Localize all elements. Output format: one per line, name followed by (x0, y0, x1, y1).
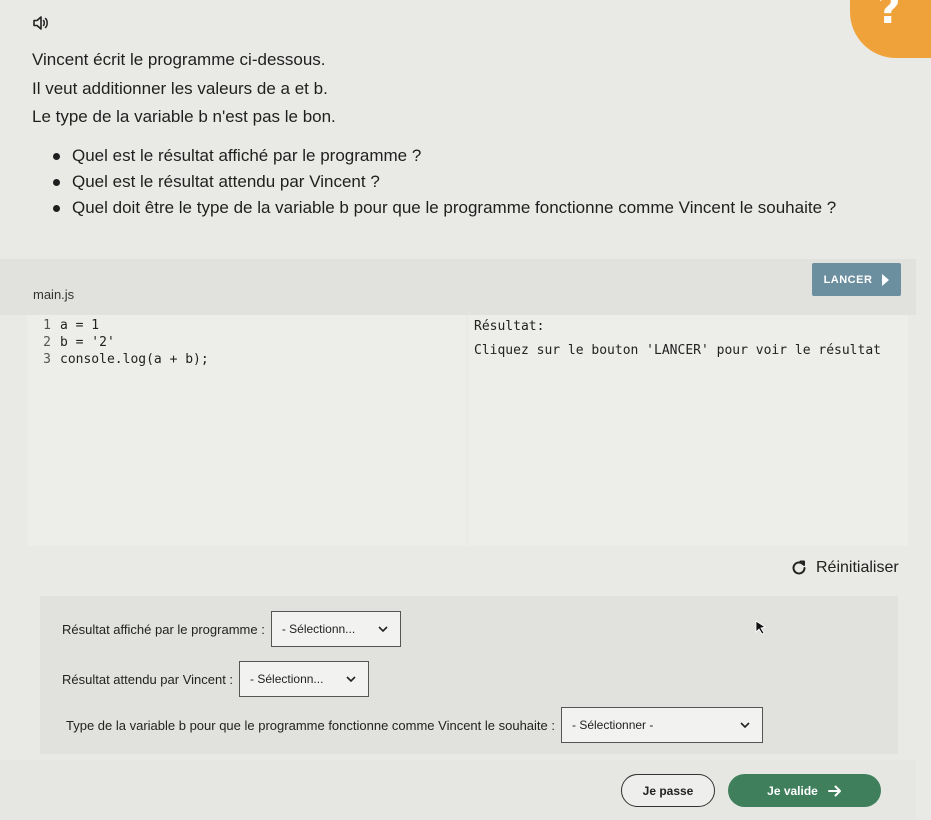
run-button[interactable]: LANCER (812, 263, 901, 296)
bullet-item: Quel est le résultat affiché par le prog… (52, 146, 836, 172)
answer-select-2[interactable]: - Sélectionn... (239, 661, 370, 697)
code-line: 2 b = '2' (27, 334, 466, 351)
mouse-cursor-icon (755, 620, 766, 635)
reset-button[interactable]: Réinitialiser (790, 557, 899, 579)
code-text: b = '2' (60, 335, 115, 350)
result-panel: Résultat: Cliquez sur le bouton 'LANCER'… (468, 315, 908, 546)
reset-label: Réinitialiser (816, 559, 899, 576)
answer-row-1: Résultat affiché par le programme : - Sé… (62, 611, 401, 647)
answer-label-3: Type de la variable b pour que le progra… (66, 717, 555, 733)
validate-label: Je valide (767, 783, 818, 798)
run-button-label: LANCER (823, 273, 873, 286)
answer-select-1[interactable]: - Sélectionn... (270, 611, 401, 647)
answer-row-2: Résultat attendu par Vincent : - Sélecti… (62, 661, 370, 697)
question-mark-icon: ? (877, 0, 901, 33)
validate-button[interactable]: Je valide (728, 774, 881, 807)
refresh-icon (792, 560, 806, 575)
answer-row-3: Type de la variable b pour que le progra… (66, 707, 763, 743)
select-value: - Sélectionn... (281, 622, 356, 636)
select-value: - Sélectionner - (572, 718, 654, 732)
answer-label-1: Résultat affiché par le programme : (62, 621, 265, 637)
result-title: Résultat: (474, 319, 545, 334)
code-line: 3 console.log(a + b); (27, 351, 466, 368)
editor-toolbar: main.js (0, 259, 916, 317)
question-line-3: Le type de la variable b n'est pas le bo… (32, 107, 336, 126)
chevron-down-icon (378, 626, 388, 632)
answer-select-3[interactable]: - Sélectionner - (561, 707, 763, 743)
line-number: 2 (43, 335, 51, 350)
answer-label-2: Résultat attendu par Vincent : (62, 671, 234, 687)
file-tab-main-js[interactable]: main.js (27, 259, 89, 317)
code-editor[interactable]: 1 a = 1 2 b = '2' 3 console.log(a + b); (27, 315, 466, 546)
speaker-icon[interactable] (32, 14, 50, 32)
line-number: 3 (43, 352, 51, 367)
code-text: a = 1 (60, 318, 100, 333)
select-value: - Sélectionn... (250, 672, 324, 686)
bullet-item: Quel doit être le type de la variable b … (52, 198, 836, 224)
answers-panel: Résultat affiché par le programme : - Sé… (40, 596, 898, 754)
line-number: 1 (43, 318, 51, 333)
code-line: 1 a = 1 (27, 317, 466, 334)
bullet-item: Quel est le résultat attendu par Vincent… (52, 172, 836, 198)
chevron-down-icon (346, 676, 356, 682)
result-message: Cliquez sur le bouton 'LANCER' pour voir… (474, 343, 881, 358)
play-icon (882, 273, 890, 286)
chevron-down-icon (740, 722, 750, 728)
question-line-2: Il veut additionner les valeurs de a et … (32, 79, 328, 98)
skip-button[interactable]: Je passe (621, 774, 715, 807)
question-line-1: Vincent écrit le programme ci-dessous. (32, 50, 326, 69)
help-button[interactable]: ? (850, 0, 931, 58)
arrow-right-icon (827, 785, 841, 796)
code-text: console.log(a + b); (60, 352, 209, 367)
question-bullets: Quel est le résultat affiché par le prog… (52, 146, 836, 224)
